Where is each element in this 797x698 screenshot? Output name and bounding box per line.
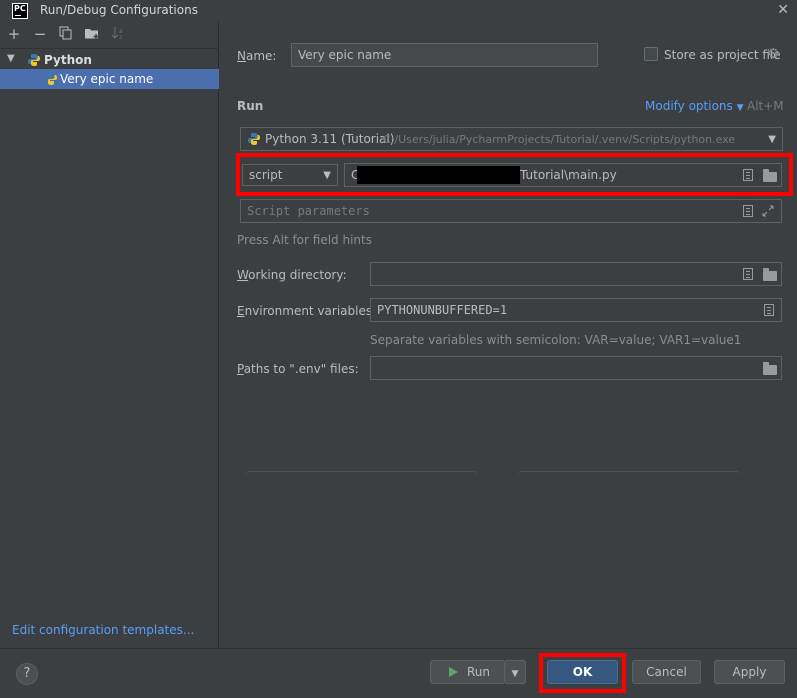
store-as-project-file-label: Store as project file bbox=[664, 48, 781, 62]
interpreter-name: Python 3.11 (Tutorial) bbox=[265, 132, 395, 146]
working-directory-label: Working directory: bbox=[237, 268, 347, 282]
configuration-form: Name: Very epic name Store as project fi… bbox=[220, 22, 797, 648]
tree-item-label: Very epic name bbox=[60, 72, 154, 86]
python-icon bbox=[28, 54, 40, 66]
expand-text-icon[interactable] bbox=[764, 304, 774, 316]
new-folder-icon[interactable] bbox=[84, 26, 100, 42]
expand-text-icon[interactable] bbox=[743, 169, 753, 181]
chevron-down-icon: ▼ bbox=[736, 103, 744, 113]
edit-configuration-templates-link[interactable]: Edit configuration templates... bbox=[12, 623, 194, 637]
dotenv-paths-label: Paths to ".env" files: bbox=[237, 362, 359, 376]
pycharm-logo-icon: PC bbox=[12, 3, 28, 19]
name-input[interactable]: Very epic name bbox=[291, 43, 598, 67]
sidebar-toolbar: + − az bbox=[0, 22, 219, 48]
window-title: Run/Debug Configurations bbox=[40, 3, 198, 17]
env-hint-text: Separate variables with semicolon: VAR=v… bbox=[370, 333, 742, 347]
tree-group-python[interactable]: ▼ Python bbox=[0, 50, 219, 70]
python-run-config-icon bbox=[45, 73, 57, 85]
tree-group-label: Python bbox=[44, 53, 92, 67]
expand-field-icon[interactable] bbox=[762, 205, 774, 217]
add-configuration-icon[interactable]: + bbox=[6, 26, 22, 42]
modify-options-link[interactable]: Modify options ▼ bbox=[645, 99, 744, 113]
ok-button[interactable]: OK bbox=[547, 660, 618, 684]
close-icon[interactable]: ✕ bbox=[777, 2, 789, 18]
divider bbox=[245, 471, 477, 475]
expand-text-icon[interactable] bbox=[743, 205, 753, 217]
script-parameters-input[interactable]: Script parameters bbox=[240, 199, 782, 223]
help-button[interactable]: ? bbox=[16, 663, 38, 685]
store-as-project-file-checkbox[interactable] bbox=[644, 47, 658, 61]
dialog-button-bar: ? Run ▼ OK Cancel Apply bbox=[0, 648, 797, 698]
remove-configuration-icon[interactable]: − bbox=[32, 26, 48, 42]
script-path-input[interactable]: C Tutorial\main.py bbox=[344, 163, 782, 187]
dropdown-arrow-icon: ▼ bbox=[323, 170, 331, 181]
copy-configuration-icon[interactable] bbox=[58, 26, 74, 42]
toolbar-divider bbox=[0, 48, 219, 49]
interpreter-path: C:/Users/julia/PycharmProjects/Tutorial/… bbox=[383, 133, 736, 146]
run-options-dropdown[interactable]: ▼ bbox=[504, 660, 526, 684]
working-directory-input[interactable] bbox=[370, 262, 782, 286]
expand-text-icon[interactable] bbox=[743, 268, 753, 280]
python-icon bbox=[248, 133, 260, 145]
folder-icon[interactable] bbox=[763, 268, 777, 281]
environment-variables-label: Environment variables: bbox=[237, 304, 377, 318]
svg-text:z: z bbox=[119, 34, 122, 40]
dropdown-arrow-icon: ▼ bbox=[768, 134, 776, 145]
folder-icon[interactable] bbox=[763, 169, 777, 182]
chevron-down-icon[interactable]: ▼ bbox=[7, 53, 15, 64]
modify-options-shortcut: Alt+M bbox=[747, 99, 784, 113]
divider bbox=[518, 471, 740, 475]
name-label: Name: bbox=[237, 49, 277, 63]
tree-item-very-epic-name[interactable]: Very epic name bbox=[0, 69, 219, 89]
run-button[interactable]: Run bbox=[430, 660, 505, 684]
run-section-title: Run bbox=[237, 99, 264, 113]
script-type-select[interactable]: script ▼ bbox=[242, 164, 338, 186]
interpreter-select[interactable]: Python 3.11 (Tutorial) C:/Users/julia/Py… bbox=[240, 127, 783, 151]
alt-hint-text: Press Alt for field hints bbox=[237, 233, 372, 247]
redacted-block bbox=[357, 166, 520, 184]
sort-icon[interactable]: az bbox=[110, 26, 126, 42]
title-bar: PC Run/Debug Configurations ✕ bbox=[0, 0, 797, 22]
gear-icon[interactable]: ⚙ bbox=[767, 46, 780, 62]
environment-variables-input[interactable]: PYTHONUNBUFFERED=1 bbox=[370, 298, 782, 322]
apply-button[interactable]: Apply bbox=[714, 660, 785, 684]
folder-icon[interactable] bbox=[763, 362, 777, 375]
cancel-button[interactable]: Cancel bbox=[632, 660, 701, 684]
dotenv-paths-input[interactable] bbox=[370, 356, 782, 380]
configurations-sidebar: + − az ▼ Python Very epic name Edit conf… bbox=[0, 22, 219, 648]
run-icon bbox=[449, 667, 458, 677]
chevron-down-icon: ▼ bbox=[511, 669, 519, 679]
